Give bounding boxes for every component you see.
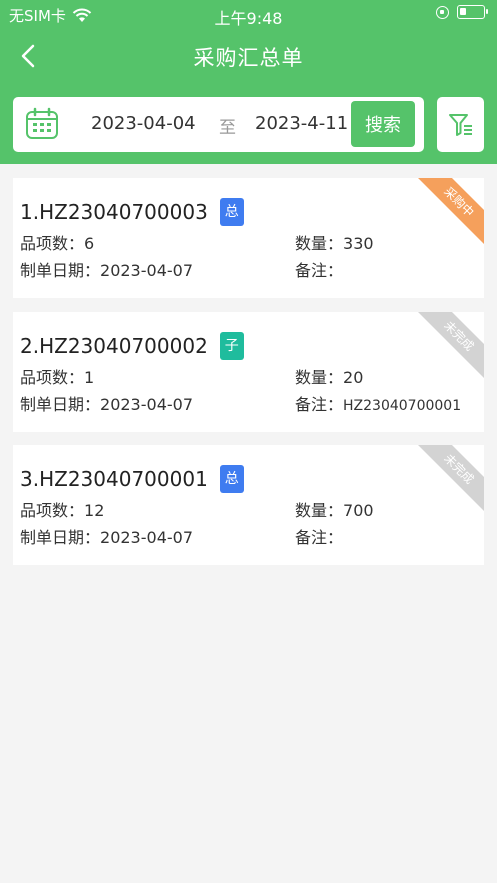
quantity-label: 数量：: [295, 368, 344, 387]
create-date-label: 制单日期：: [20, 261, 101, 280]
create-date: 制单日期：2023-04-07: [20, 391, 193, 415]
status-ribbon: 未完成: [411, 445, 484, 517]
quantity-value: 20: [343, 368, 364, 387]
quantity-value: 700: [343, 501, 374, 520]
remark-value: HZ23040700001: [343, 398, 462, 414]
create-date: 制单日期：2023-04-07: [20, 524, 193, 548]
order-type-badge: 总: [219, 465, 244, 493]
calendar-icon[interactable]: [25, 107, 59, 141]
create-date-label: 制单日期：: [20, 528, 101, 547]
order-number-row: 3.HZ23040700001 总: [20, 465, 244, 493]
quantity-label: 数量：: [295, 501, 344, 520]
status-time: 上午9:48: [214, 9, 283, 28]
order-card[interactable]: 1.HZ23040700003 总 品项数：6 数量：330 制单日期：2023…: [13, 178, 484, 298]
order-card[interactable]: 2.HZ23040700002 子 品项数：1 数量：20 制单日期：2023-…: [13, 312, 484, 432]
item-count: 品项数：12: [20, 497, 104, 521]
create-date-value: 2023-04-07: [100, 395, 193, 414]
remark-label: 备注：: [295, 395, 344, 414]
create-date: 制单日期：2023-04-07: [20, 257, 193, 281]
quantity: 数量：700: [295, 497, 374, 521]
nav-bar: 采购汇总单: [0, 28, 497, 84]
filter-icon: [448, 113, 472, 136]
date-separator: 至: [219, 118, 236, 138]
quantity: 数量：330: [295, 230, 374, 254]
order-number: 3.HZ23040700001: [20, 467, 208, 491]
quantity-value: 330: [343, 234, 374, 253]
status-ribbon: 采购中: [411, 178, 484, 250]
remark: 备注：: [295, 257, 343, 281]
quantity: 数量：20: [295, 364, 363, 388]
item-count-value: 12: [84, 501, 105, 520]
order-number: 2.HZ23040700002: [20, 334, 208, 358]
remark-label: 备注：: [295, 261, 344, 280]
item-count-label: 品项数：: [20, 501, 85, 520]
order-card[interactable]: 3.HZ23040700001 总 品项数：12 数量：700 制单日期：202…: [13, 445, 484, 565]
date-range-search: 2023-04-04 至 2023-4-11 搜索: [13, 97, 424, 152]
create-date-value: 2023-04-07: [100, 261, 193, 280]
remark: 备注：: [295, 524, 343, 548]
status-right: [436, 5, 488, 19]
quantity-label: 数量：: [295, 234, 344, 253]
item-count-value: 1: [84, 368, 95, 387]
order-number-row: 2.HZ23040700002 子: [20, 332, 244, 360]
search-button[interactable]: 搜索: [351, 101, 415, 147]
start-date-field[interactable]: 2023-04-04: [91, 113, 196, 134]
item-count-label: 品项数：: [20, 368, 85, 387]
item-count-label: 品项数：: [20, 234, 85, 253]
status-bar: 无SIM卡 上午9:48: [0, 0, 497, 28]
item-count-value: 6: [84, 234, 95, 253]
order-type-badge: 子: [219, 332, 244, 360]
orientation-lock-icon: [436, 5, 449, 19]
status-ribbon: 未完成: [411, 312, 484, 384]
item-count: 品项数：6: [20, 230, 94, 254]
remark-label: 备注：: [295, 528, 344, 547]
order-number-row: 1.HZ23040700003 总: [20, 198, 244, 226]
page-title: 采购汇总单: [193, 46, 304, 70]
end-date-field[interactable]: 2023-4-11: [255, 113, 348, 134]
remark: 备注：HZ23040700001: [295, 391, 461, 415]
item-count: 品项数：1: [20, 364, 94, 388]
order-number: 1.HZ23040700003: [20, 200, 208, 224]
header: 无SIM卡 上午9:48 采购汇总单 2023-04-04 至 2023-4-1…: [0, 0, 497, 164]
create-date-value: 2023-04-07: [100, 528, 193, 547]
create-date-label: 制单日期：: [20, 395, 101, 414]
battery-icon: [457, 5, 488, 19]
order-type-badge: 总: [219, 198, 244, 226]
filter-button[interactable]: [437, 97, 484, 152]
